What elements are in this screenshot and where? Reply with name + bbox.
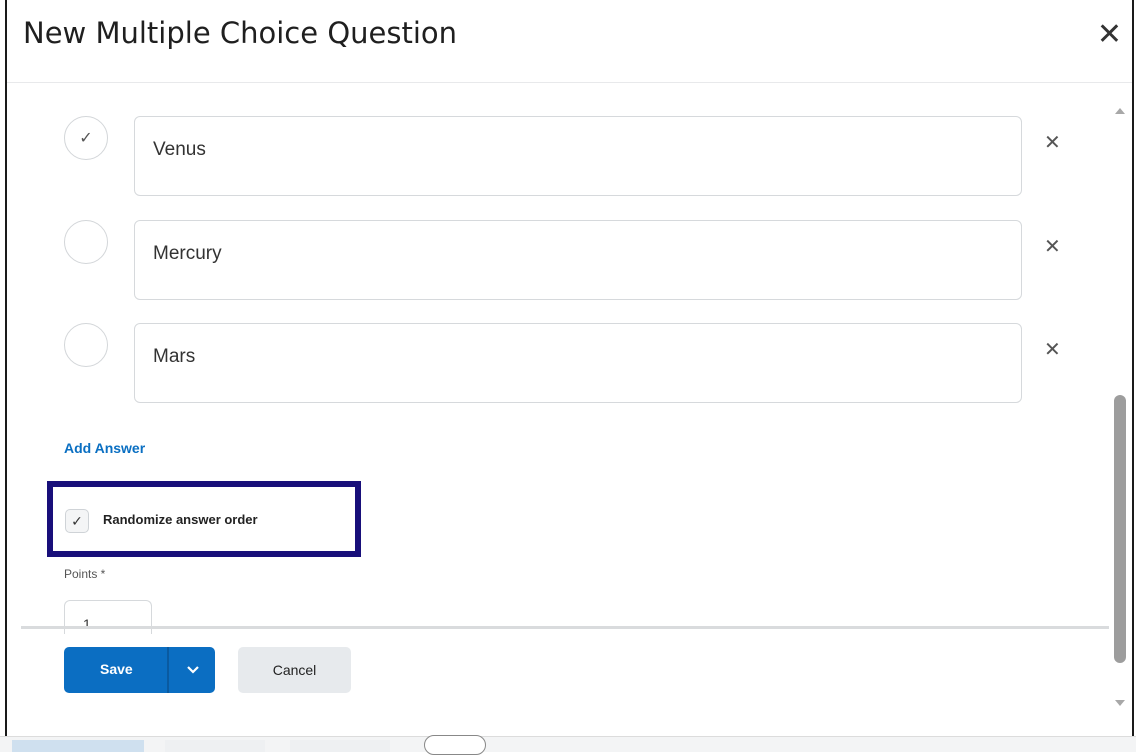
close-icon[interactable]: ✕ (1097, 20, 1122, 50)
randomize-checkbox[interactable]: ✓ (65, 509, 89, 533)
randomize-label: Randomize answer order (103, 512, 258, 527)
save-button-group: Save (64, 647, 215, 693)
answer-input[interactable]: Mars (134, 323, 1022, 403)
chevron-down-icon (186, 666, 199, 674)
dialog-title: New Multiple Choice Question (23, 16, 458, 50)
background-window-edge (0, 735, 1136, 755)
scroll-up-arrow[interactable] (1115, 108, 1125, 114)
save-options-button[interactable] (170, 647, 215, 693)
button-divider (167, 647, 169, 693)
footer-divider (21, 626, 1109, 629)
dialog-header: New Multiple Choice Question ✕ (7, 0, 1132, 83)
answer-input[interactable]: Mercury (134, 220, 1022, 300)
cancel-button[interactable]: Cancel (238, 647, 351, 693)
answer-text: Venus (153, 139, 206, 160)
answer-text: Mars (153, 346, 196, 367)
correct-answer-radio[interactable]: ✓ (64, 116, 108, 160)
points-label: Points * (64, 567, 106, 581)
answer-text: Mercury (153, 243, 222, 264)
answer-input[interactable]: Venus (134, 116, 1022, 196)
check-icon: ✓ (71, 512, 83, 529)
answer-row: Mars ✕ (7, 323, 1087, 407)
answer-row: Mercury ✕ (7, 220, 1087, 304)
add-answer-link[interactable]: Add Answer (64, 440, 145, 456)
remove-answer-icon[interactable]: ✕ (1044, 234, 1061, 259)
answer-row: ✓ Venus ✕ (7, 116, 1087, 200)
save-button[interactable]: Save (100, 661, 133, 677)
correct-answer-radio[interactable] (64, 323, 108, 367)
remove-answer-icon[interactable]: ✕ (1044, 130, 1061, 155)
question-dialog: New Multiple Choice Question ✕ ✓ Venus ✕… (5, 0, 1134, 736)
check-icon: ✓ (79, 130, 93, 147)
remove-answer-icon[interactable]: ✕ (1044, 337, 1061, 362)
scroll-down-arrow[interactable] (1115, 700, 1125, 706)
scrollbar-thumb[interactable] (1114, 395, 1126, 663)
correct-answer-radio[interactable] (64, 220, 108, 264)
